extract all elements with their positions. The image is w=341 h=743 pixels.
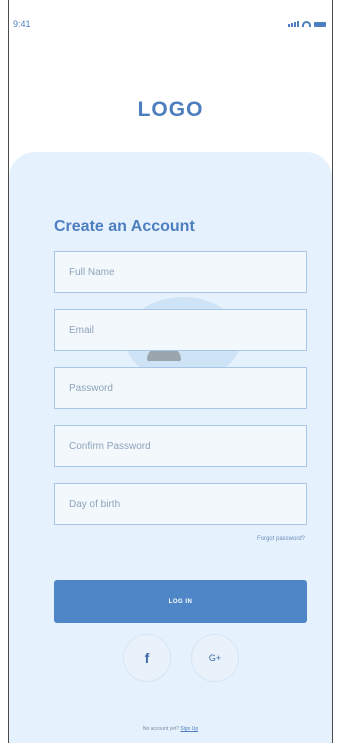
signup-line: No account yet? Sign Up [9,726,332,732]
phone-frame: 9:41 LOGO Create an Account Forgot passw… [8,0,333,743]
confirm-password-field[interactable] [54,425,307,467]
logo: LOGO [137,98,204,121]
google-plus-button[interactable]: G+ [191,634,239,682]
wifi-icon [302,21,311,27]
password-field[interactable] [54,367,307,409]
forgot-password-link[interactable]: Forgot password? [257,536,305,542]
google-plus-icon: G+ [208,653,222,663]
status-time: 9:41 [13,19,31,29]
signup-link[interactable]: Sign Up [180,726,198,732]
facebook-button[interactable]: f [123,634,171,682]
status-bar: 9:41 [9,0,332,40]
status-icons [288,21,326,27]
full-name-field[interactable] [54,251,307,293]
login-button[interactable]: LOG IN [54,580,307,623]
signup-prompt: No account yet? [142,726,179,732]
battery-icon [314,22,326,27]
signal-icon [288,21,299,27]
email-field[interactable] [54,309,307,351]
form-title: Create an Account [54,218,195,235]
day-of-birth-field[interactable] [54,483,307,525]
facebook-icon: f [144,650,150,666]
